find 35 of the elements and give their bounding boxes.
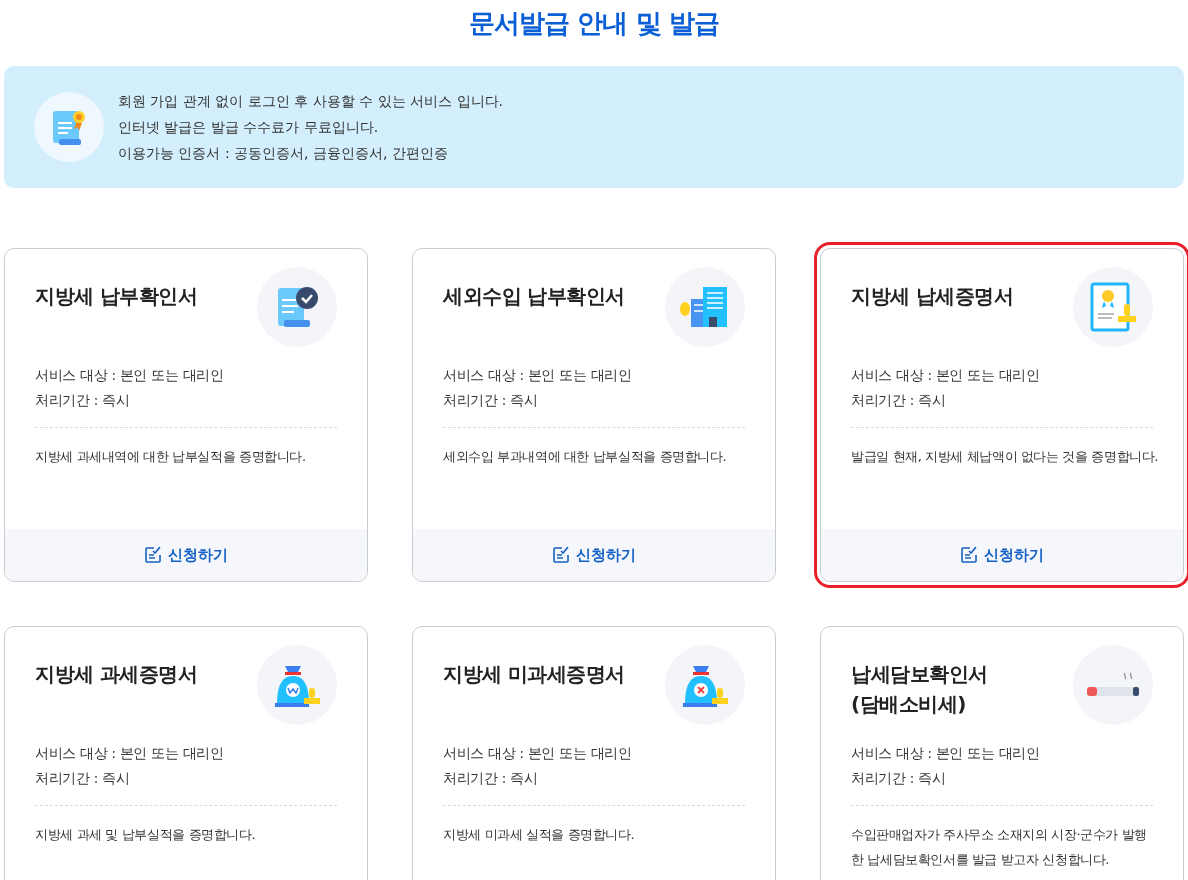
processing-period-text: 처리기간 : 즉시	[851, 769, 947, 788]
card-description: 세외수입 부과내역에 대한 납부실적을 증명합니다.	[443, 448, 728, 466]
notice-text: 이용가능 인증서 : 공동인증서, 금융인증서, 간편인증	[118, 144, 449, 163]
card-title: 지방세 과세증명서	[35, 661, 198, 688]
processing-period-text: 처리기간 : 즉시	[35, 769, 131, 788]
card-title: 지방세 납세증명서	[851, 283, 1014, 310]
card-description: 지방세 과세 및 납부실적을 증명합니다.	[35, 826, 257, 844]
notice-text: 회원 가입 관계 없이 로그인 후 사용할 수 있는 서비스 입니다.	[118, 92, 503, 111]
page-title: 문서발급 안내 및 발급	[468, 7, 720, 40]
card-title: 세외수입 납부확인서	[443, 283, 625, 310]
card-description: 지방세 과세내역에 대한 납부실적을 증명합니다.	[35, 448, 307, 466]
form-check-icon	[552, 546, 570, 564]
form-check-icon	[144, 546, 162, 564]
service-target-text: 서비스 대상 : 본인 또는 대리인	[35, 744, 225, 763]
service-target-text: 서비스 대상 : 본인 또는 대리인	[443, 366, 633, 385]
card-description: 수입판매업자가 주사무소 소재지의 시장·군수가 발행한 납세담보확인서를 발급 받고자 신청합니다.	[851, 826, 1148, 869]
processing-period-text: 처리기간 : 즉시	[443, 769, 539, 788]
card-title: 납세담보확인서 (담배소비세)	[851, 661, 988, 718]
processing-period-text: 처리기간 : 즉시	[443, 391, 539, 410]
apply-button[interactable]: 신청하기	[413, 529, 775, 581]
apply-button[interactable]: 신청하기	[821, 529, 1183, 581]
notice-text: 인터넷 발급은 발급 수수료가 무료입니다.	[118, 118, 380, 137]
service-target-text: 서비스 대상 : 본인 또는 대리인	[35, 366, 225, 385]
apply-button[interactable]: 신청하기	[5, 529, 367, 581]
processing-period-text: 처리기간 : 즉시	[35, 391, 131, 410]
card-description: 지방세 미과세 실적을 증명합니다.	[443, 826, 636, 844]
certificate-icon	[1088, 282, 1138, 332]
form-check-icon	[960, 546, 978, 564]
card-description: 발급일 현재, 지방세 체납액이 없다는 것을 증명합니다.	[851, 448, 1159, 466]
card-title: 지방세 미과세증명서	[443, 661, 625, 688]
processing-period-text: 처리기간 : 즉시	[851, 391, 947, 410]
card-title: 지방세 납부확인서	[35, 283, 198, 310]
service-target-text: 서비스 대상 : 본인 또는 대리인	[443, 744, 633, 763]
service-target-text: 서비스 대상 : 본인 또는 대리인	[851, 744, 1041, 763]
service-target-text: 서비스 대상 : 본인 또는 대리인	[851, 366, 1041, 385]
